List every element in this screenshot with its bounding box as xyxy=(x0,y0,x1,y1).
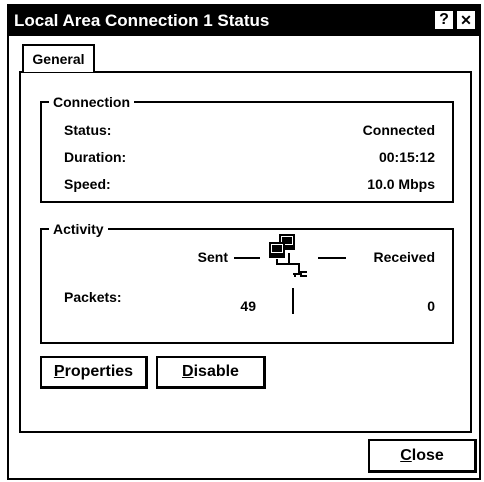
properties-mnemonic: P xyxy=(53,363,65,380)
close-button-label: lose xyxy=(411,446,444,464)
packets-label: Packets: xyxy=(64,289,122,305)
properties-button-label: roperties xyxy=(64,363,134,380)
window-title: Local Area Connection 1 Status xyxy=(14,11,270,30)
received-divider-line xyxy=(318,257,346,259)
close-mnemonic: C xyxy=(400,446,412,464)
close-button[interactable]: Close xyxy=(368,439,477,473)
activity-legend: Activity xyxy=(49,220,108,238)
status-label: Status: xyxy=(64,122,112,138)
connection-legend: Connection xyxy=(49,93,134,111)
network-computers-icon xyxy=(269,234,307,277)
disable-button[interactable]: Disable xyxy=(156,356,266,389)
status-value: Connected xyxy=(362,122,435,138)
sent-divider-line xyxy=(234,257,260,259)
activity-group xyxy=(40,228,454,344)
close-window-button[interactable]: ✕ xyxy=(457,11,475,29)
sent-label: Sent xyxy=(197,249,228,265)
tab-general[interactable]: General xyxy=(22,44,95,72)
properties-button[interactable]: Properties xyxy=(40,356,148,389)
speed-label: Speed: xyxy=(64,176,111,192)
packets-divider-line xyxy=(292,288,294,314)
duration-value: 00:15:12 xyxy=(378,149,435,165)
disable-button-label: isable xyxy=(193,363,239,380)
packets-received-value: 0 xyxy=(427,298,435,314)
help-button[interactable]: ? xyxy=(435,11,453,29)
speed-value: 10.0 Mbps xyxy=(367,176,435,192)
disable-mnemonic: D xyxy=(182,363,194,380)
received-label: Received xyxy=(373,249,435,265)
duration-label: Duration: xyxy=(64,149,127,165)
packets-sent-value: 49 xyxy=(240,298,256,314)
